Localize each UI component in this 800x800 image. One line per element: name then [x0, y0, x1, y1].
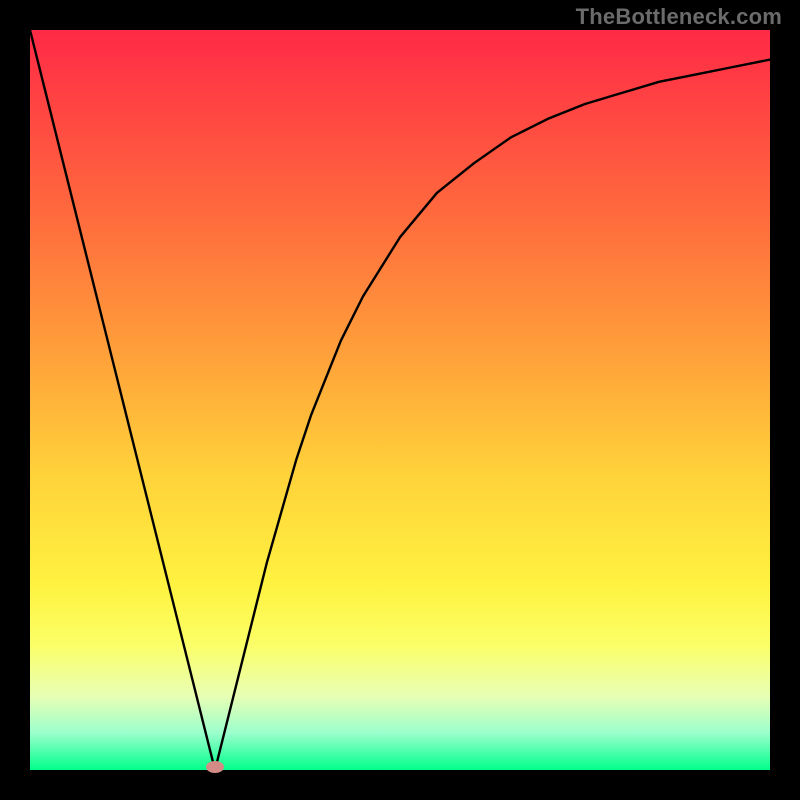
minimum-marker: [206, 761, 224, 773]
watermark-text: TheBottleneck.com: [576, 4, 782, 30]
chart-frame: TheBottleneck.com: [0, 0, 800, 800]
chart-svg: [30, 30, 770, 770]
bottleneck-curve: [30, 30, 770, 770]
chart-plot-area: [30, 30, 770, 770]
